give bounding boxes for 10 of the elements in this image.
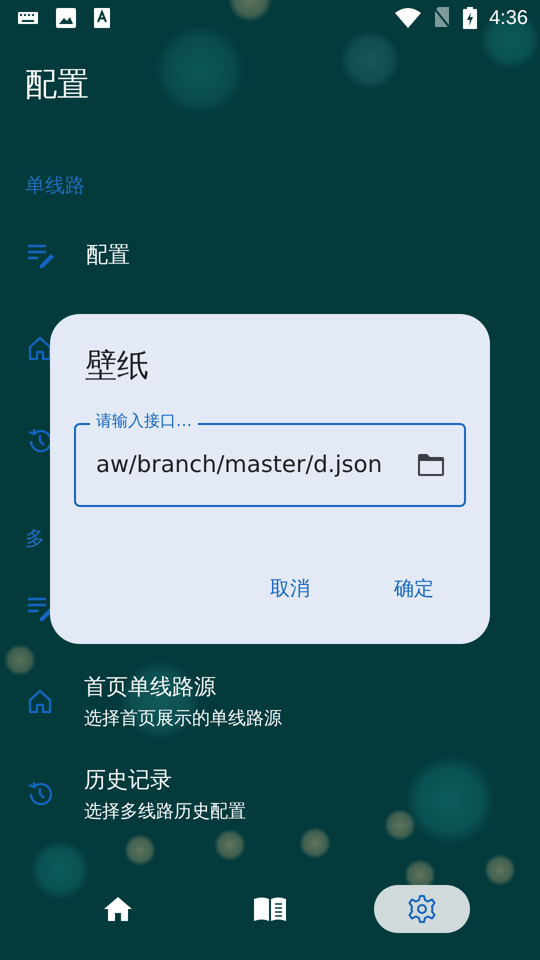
item-title: 历史记录 [84, 766, 173, 794]
page-title: 配置 [25, 64, 89, 105]
section-header: 多 [25, 524, 45, 552]
item-subtitle: 选择多线路历史配置 [84, 800, 246, 822]
status-time: 4:36 [489, 6, 528, 30]
item-title: 配置 [86, 242, 130, 270]
item-subtitle: 选择首页展示的单线路源 [84, 706, 282, 730]
dialog-title: 壁纸 [84, 345, 150, 386]
section-header: 单线路 [25, 172, 85, 198]
item-title: 首页单线路源 [84, 674, 217, 702]
